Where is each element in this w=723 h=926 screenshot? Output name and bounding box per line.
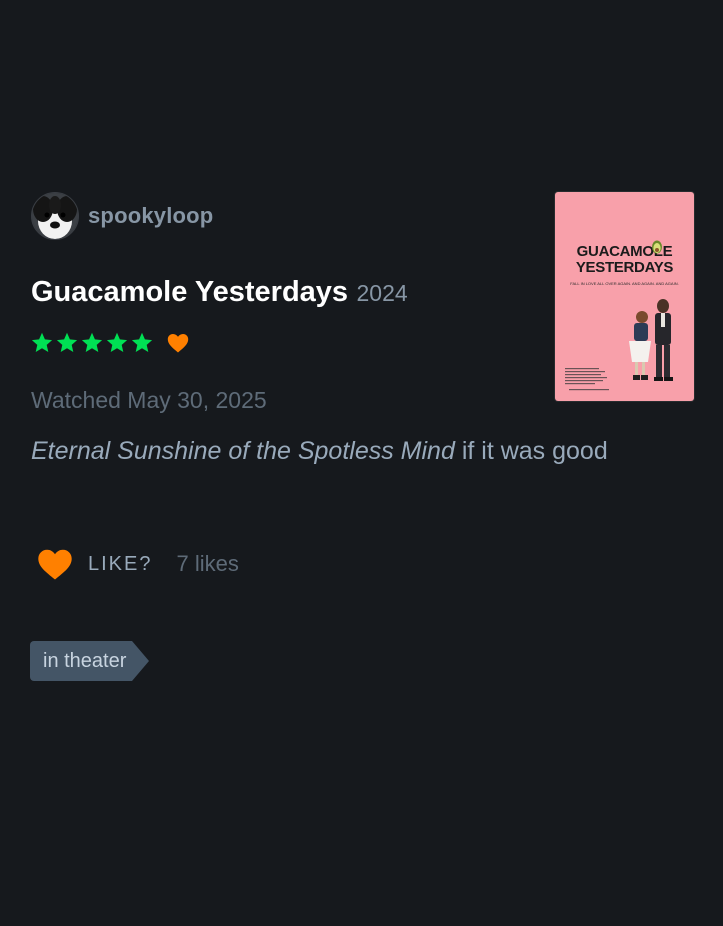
dog-avatar-icon	[32, 193, 78, 239]
tag-label: in theater	[30, 641, 133, 681]
star-icon	[131, 332, 153, 352]
film-title[interactable]: Guacamole Yesterdays	[31, 276, 348, 308]
star-rating	[30, 331, 154, 355]
star-icon	[56, 332, 78, 352]
review-author[interactable]: spookyloop	[31, 192, 213, 240]
liked-heart-icon	[167, 334, 189, 353]
like-row: LIKE? 7 likes	[36, 547, 239, 581]
film-year[interactable]: 2024	[357, 280, 408, 306]
star-icon	[106, 332, 128, 352]
film-title-row: Guacamole Yesterdays 2024	[31, 276, 408, 309]
like-heart-icon[interactable]	[36, 547, 74, 581]
star-icon	[81, 332, 103, 352]
film-poster[interactable]: GUACAMOLE YESTERDAYS FALL IN LOVE ALL OV…	[555, 192, 694, 401]
review-text-italic: Eternal Sunshine of the Spotless Mind	[31, 437, 455, 465]
star-icon	[31, 332, 53, 352]
rating-row	[30, 331, 190, 355]
tag-point	[132, 641, 150, 681]
review-text-rest: if it was good	[454, 437, 608, 465]
username[interactable]: spookyloop	[88, 203, 213, 229]
avatar[interactable]	[31, 192, 79, 240]
poster-figures-illustration	[565, 240, 673, 391]
like-button[interactable]: LIKE?	[88, 553, 152, 576]
review-text: Eternal Sunshine of the Spotless Mind if…	[31, 430, 671, 473]
watched-date: Watched May 30, 2025	[31, 387, 267, 413]
tag-in-theater[interactable]: in theater	[30, 641, 150, 681]
like-count[interactable]: 7 likes	[176, 551, 238, 577]
